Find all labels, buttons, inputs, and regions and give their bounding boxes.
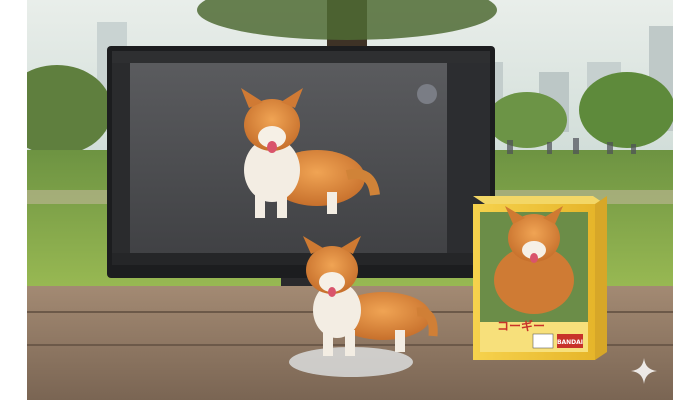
viewport-gizmo	[417, 84, 437, 104]
photo-scene: コーギー BANDAI	[27, 0, 673, 400]
box-maker-logo: BANDAI	[557, 339, 583, 346]
photo: コーギー BANDAI	[27, 0, 673, 400]
box-title: コーギー	[497, 318, 545, 333]
app-menu-bar	[112, 51, 490, 63]
product-box	[473, 196, 607, 360]
tree-right	[579, 72, 673, 148]
sparkle-icon	[631, 358, 657, 384]
app-left-toolbar	[112, 63, 130, 253]
app-taskbar	[112, 253, 490, 265]
tree-mid	[487, 92, 567, 148]
